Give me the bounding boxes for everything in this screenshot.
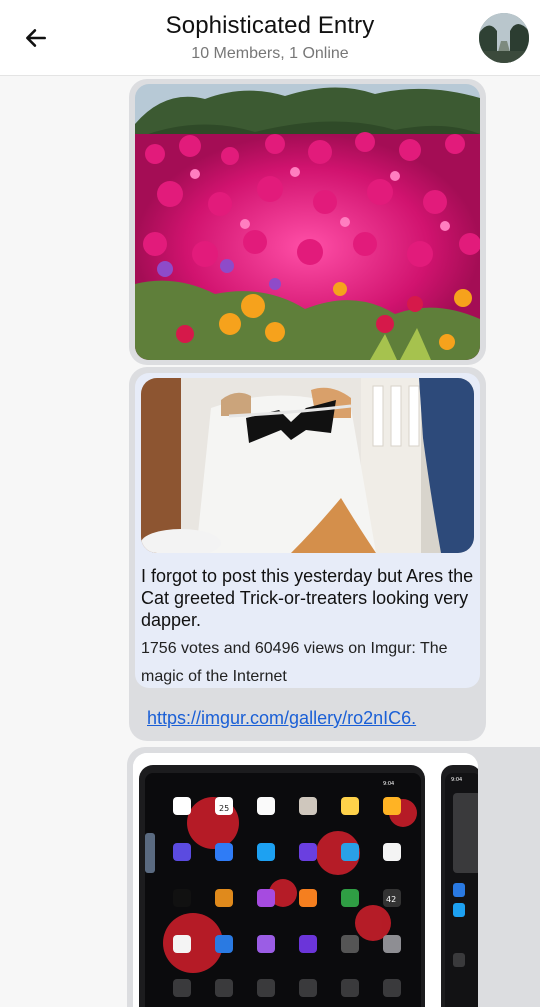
link-preview-title: I forgot to post this yesterday but Ares… (141, 566, 474, 630)
message-bubble-link[interactable]: I forgot to post this yesterday but Ares… (129, 367, 486, 741)
link-preview-description: 1756 votes and 60496 views on Imgur: The… (141, 640, 448, 685)
group-avatar[interactable] (479, 13, 529, 63)
svg-text:9:04: 9:04 (451, 777, 462, 783)
chat-header: Sophisticated Entry 10 Members, 1 Online (0, 0, 540, 76)
svg-text:42: 42 (386, 895, 396, 904)
message-link[interactable]: https://imgur.com/gallery/ro2nIC6. (147, 708, 416, 729)
chat-title: Sophisticated Entry (165, 12, 375, 39)
ipad-screenshot[interactable]: 9:04 25 42 9:04 (133, 753, 478, 1007)
flowers-photo[interactable] (135, 84, 480, 360)
message-thread[interactable]: I forgot to post this yesterday but Ares… (0, 76, 540, 1007)
link-preview-card[interactable]: I forgot to post this yesterday but Ares… (135, 373, 480, 688)
svg-text:9:04: 9:04 (383, 781, 394, 787)
svg-text:25: 25 (219, 804, 229, 813)
message-bubble-image[interactable]: 9:04 25 42 9:04 (127, 747, 540, 1007)
link-preview-image (141, 378, 474, 553)
message-bubble-image[interactable] (129, 79, 486, 365)
chat-subtitle: 10 Members, 1 Online (191, 45, 349, 62)
